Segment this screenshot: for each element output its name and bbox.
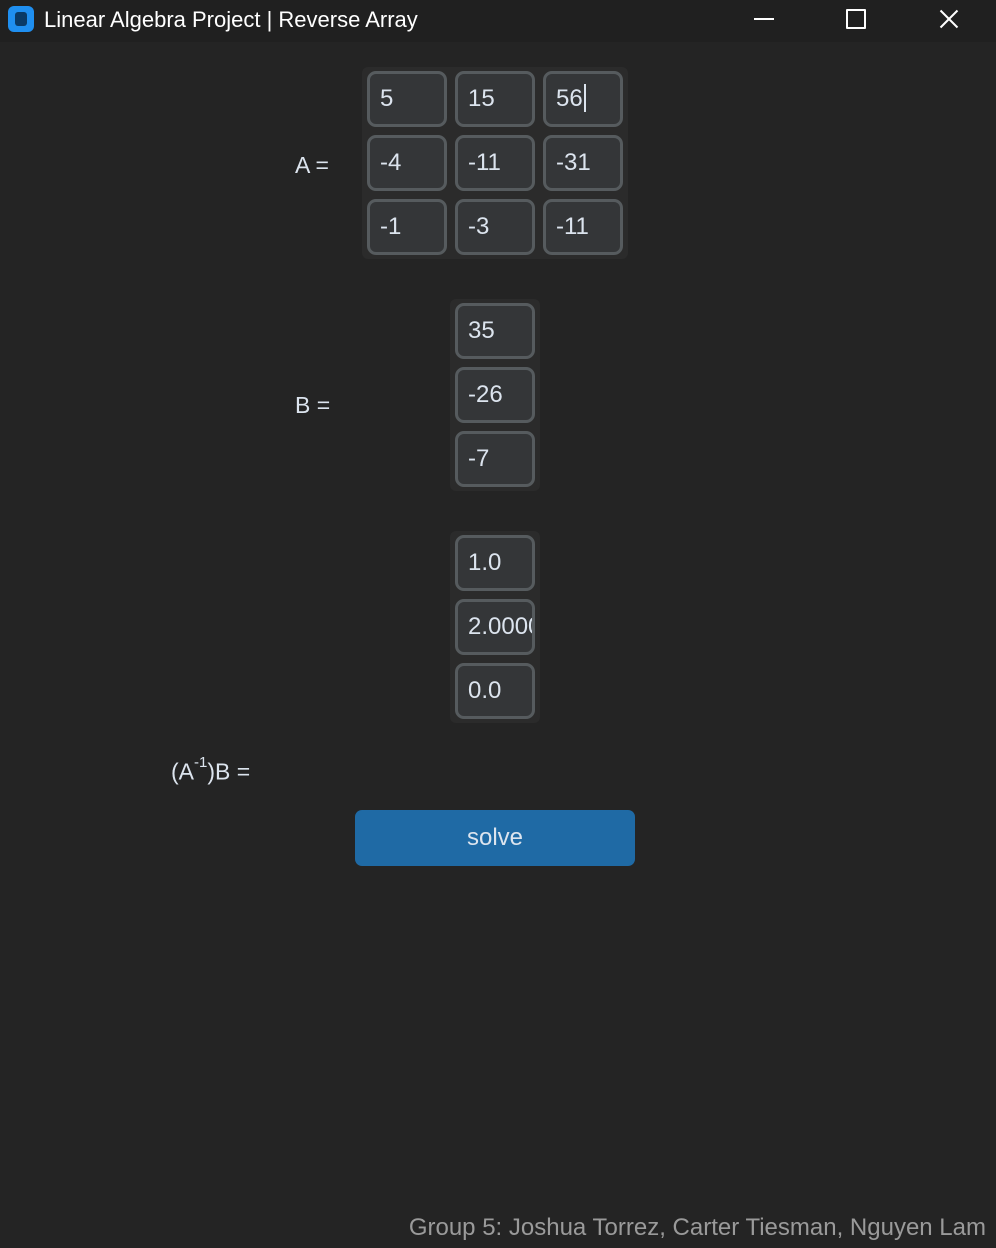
- app-window: Linear Algebra Project | Reverse Array A…: [0, 0, 996, 1248]
- result-label-prefix: (A: [171, 758, 194, 785]
- vector-b-cell[interactable]: 35: [455, 303, 535, 359]
- maximize-icon[interactable]: [825, 0, 885, 40]
- matrix-a-cell[interactable]: -4: [367, 135, 447, 191]
- vector-b-cell[interactable]: -26: [455, 367, 535, 423]
- vector-b-label: B =: [295, 392, 331, 418]
- matrix-a-cell[interactable]: -11: [455, 135, 535, 191]
- vector-b-cell[interactable]: -7: [455, 431, 535, 487]
- matrix-a-label: A =: [295, 152, 329, 178]
- vector-b-frame: 35 -26 -7: [450, 299, 540, 491]
- result-cell[interactable]: 0.0: [455, 663, 535, 719]
- result-label: (A-1)B =: [171, 754, 251, 786]
- credits-footer: Group 5: Joshua Torrez, Carter Tiesman, …: [408, 1214, 986, 1241]
- matrix-a-cell[interactable]: 5: [367, 71, 447, 127]
- close-icon[interactable]: [918, 0, 978, 40]
- app-icon: [8, 6, 34, 32]
- matrix-a-cell-value: 56: [556, 85, 583, 112]
- minimize-icon[interactable]: [734, 0, 794, 40]
- title-bar: Linear Algebra Project | Reverse Array: [0, 0, 996, 42]
- matrix-a-cell[interactable]: -31: [543, 135, 623, 191]
- solve-button[interactable]: solve: [355, 810, 635, 866]
- matrix-a-frame: 5 15 56 -4 -11 -31 -1 -3 -11: [362, 67, 628, 259]
- matrix-a-cell-focused[interactable]: 56: [543, 71, 623, 127]
- text-caret: [583, 83, 586, 112]
- matrix-a-cell[interactable]: -11: [543, 199, 623, 255]
- window-title: Linear Algebra Project | Reverse Array: [44, 7, 418, 32]
- result-cell[interactable]: 2.000000000000000: [455, 599, 535, 655]
- result-cell[interactable]: 1.0: [455, 535, 535, 591]
- matrix-a-cell[interactable]: -3: [455, 199, 535, 255]
- result-label-exponent: -1: [194, 754, 208, 771]
- result-label-suffix: )B =: [207, 758, 251, 785]
- matrix-a-cell[interactable]: -1: [367, 199, 447, 255]
- matrix-a-cell[interactable]: 15: [455, 71, 535, 127]
- result-frame: 1.0 2.000000000000000 0.0: [450, 531, 540, 723]
